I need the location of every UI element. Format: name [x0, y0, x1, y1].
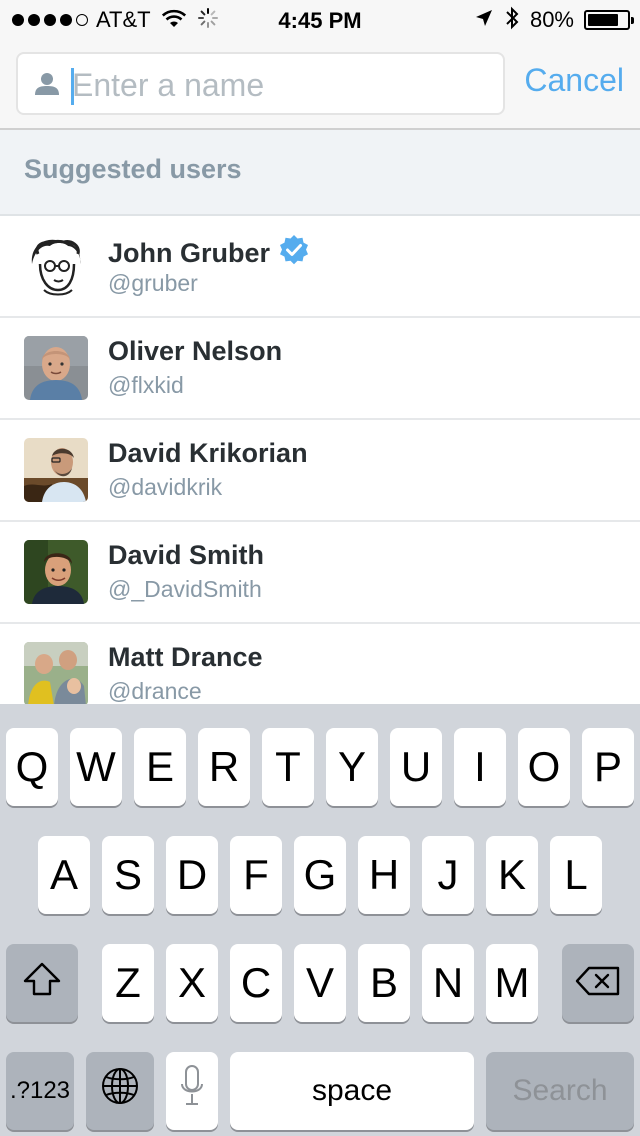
key-z[interactable]: Z — [102, 944, 154, 1022]
key-e[interactable]: E — [134, 728, 186, 806]
user-handle: @_DavidSmith — [108, 576, 262, 602]
user-handle: @flxkid — [108, 372, 184, 398]
key-g[interactable]: G — [294, 836, 346, 914]
avatar — [24, 336, 88, 400]
avatar — [24, 540, 88, 604]
suggested-users-list: John Gruber @gruber Oliver Nelson @flxki… — [0, 216, 640, 704]
key-b[interactable]: B — [358, 944, 410, 1022]
user-row-davidsmith[interactable]: David Smith @_DavidSmith — [0, 522, 640, 624]
user-name: John Gruber — [108, 238, 271, 268]
user-name: David Smith — [108, 540, 265, 570]
key-d[interactable]: D — [166, 836, 218, 914]
search-header: Cancel — [0, 40, 640, 130]
keyboard: Q W E R T Y U I O P A S D F G H J K L Z … — [0, 704, 640, 1136]
globe-icon — [100, 1066, 140, 1116]
user-row-drance[interactable]: Matt Drance @drance — [0, 624, 640, 704]
key-j[interactable]: J — [422, 836, 474, 914]
cancel-button[interactable]: Cancel — [524, 62, 624, 99]
key-y[interactable]: Y — [326, 728, 378, 806]
key-r[interactable]: R — [198, 728, 250, 806]
user-row-flxkid[interactable]: Oliver Nelson @flxkid — [0, 318, 640, 420]
avatar — [24, 234, 88, 298]
search-box[interactable] — [16, 52, 505, 115]
battery-tip — [631, 17, 634, 24]
key-v[interactable]: V — [294, 944, 346, 1022]
avatar — [24, 438, 88, 502]
status-bar-right: 80% — [474, 6, 634, 35]
user-handle: @davidkrik — [108, 474, 223, 500]
user-handle: @gruber — [108, 270, 198, 296]
user-name: Matt Drance — [108, 642, 263, 672]
key-k[interactable]: K — [486, 836, 538, 914]
space-key[interactable]: space — [230, 1052, 474, 1130]
user-name: David Krikorian — [108, 438, 308, 468]
verified-badge-icon — [278, 234, 310, 273]
key-h[interactable]: H — [358, 836, 410, 914]
bluetooth-icon — [504, 6, 520, 35]
key-x[interactable]: X — [166, 944, 218, 1022]
suggested-users-header: Suggested users — [0, 130, 640, 216]
key-m[interactable]: M — [486, 944, 538, 1022]
location-arrow-icon — [474, 8, 494, 33]
battery-percentage: 80% — [529, 7, 574, 32]
key-a[interactable]: A — [38, 836, 90, 914]
person-icon — [34, 71, 60, 102]
microphone-icon — [180, 1064, 204, 1118]
globe-key[interactable] — [86, 1052, 154, 1130]
user-name-row: David Smith — [108, 540, 264, 571]
shift-icon — [22, 959, 62, 1007]
avatar — [24, 642, 88, 704]
key-w[interactable]: W — [70, 728, 122, 806]
user-handle: @drance — [108, 678, 202, 704]
user-name-row: John Gruber — [108, 234, 310, 273]
numbers-key[interactable]: .?123 — [6, 1052, 74, 1130]
shift-key[interactable] — [6, 944, 78, 1022]
key-u[interactable]: U — [390, 728, 442, 806]
user-row-gruber[interactable]: John Gruber @gruber — [0, 216, 640, 318]
status-bar: AT&T 4:45 PM 80% — [0, 0, 640, 40]
key-i[interactable]: I — [454, 728, 506, 806]
section-title: Suggested users — [24, 154, 242, 184]
key-l[interactable]: L — [550, 836, 602, 914]
battery-icon — [584, 10, 634, 30]
key-p[interactable]: P — [582, 728, 634, 806]
key-f[interactable]: F — [230, 836, 282, 914]
user-name: Oliver Nelson — [108, 336, 283, 366]
key-t[interactable]: T — [262, 728, 314, 806]
user-row-davidkrik[interactable]: David Krikorian @davidkrik — [0, 420, 640, 522]
search-key[interactable]: Search — [486, 1052, 634, 1130]
user-name-row: David Krikorian — [108, 438, 308, 469]
key-o[interactable]: O — [518, 728, 570, 806]
battery-level — [588, 14, 618, 26]
dictation-key[interactable] — [166, 1052, 218, 1130]
key-q[interactable]: Q — [6, 728, 58, 806]
user-name-row: Matt Drance — [108, 642, 263, 673]
name-search-input[interactable] — [72, 63, 492, 107]
key-c[interactable]: C — [230, 944, 282, 1022]
key-n[interactable]: N — [422, 944, 474, 1022]
backspace-icon — [575, 959, 621, 1007]
user-name-row: Oliver Nelson — [108, 336, 282, 367]
backspace-key[interactable] — [562, 944, 634, 1022]
key-s[interactable]: S — [102, 836, 154, 914]
